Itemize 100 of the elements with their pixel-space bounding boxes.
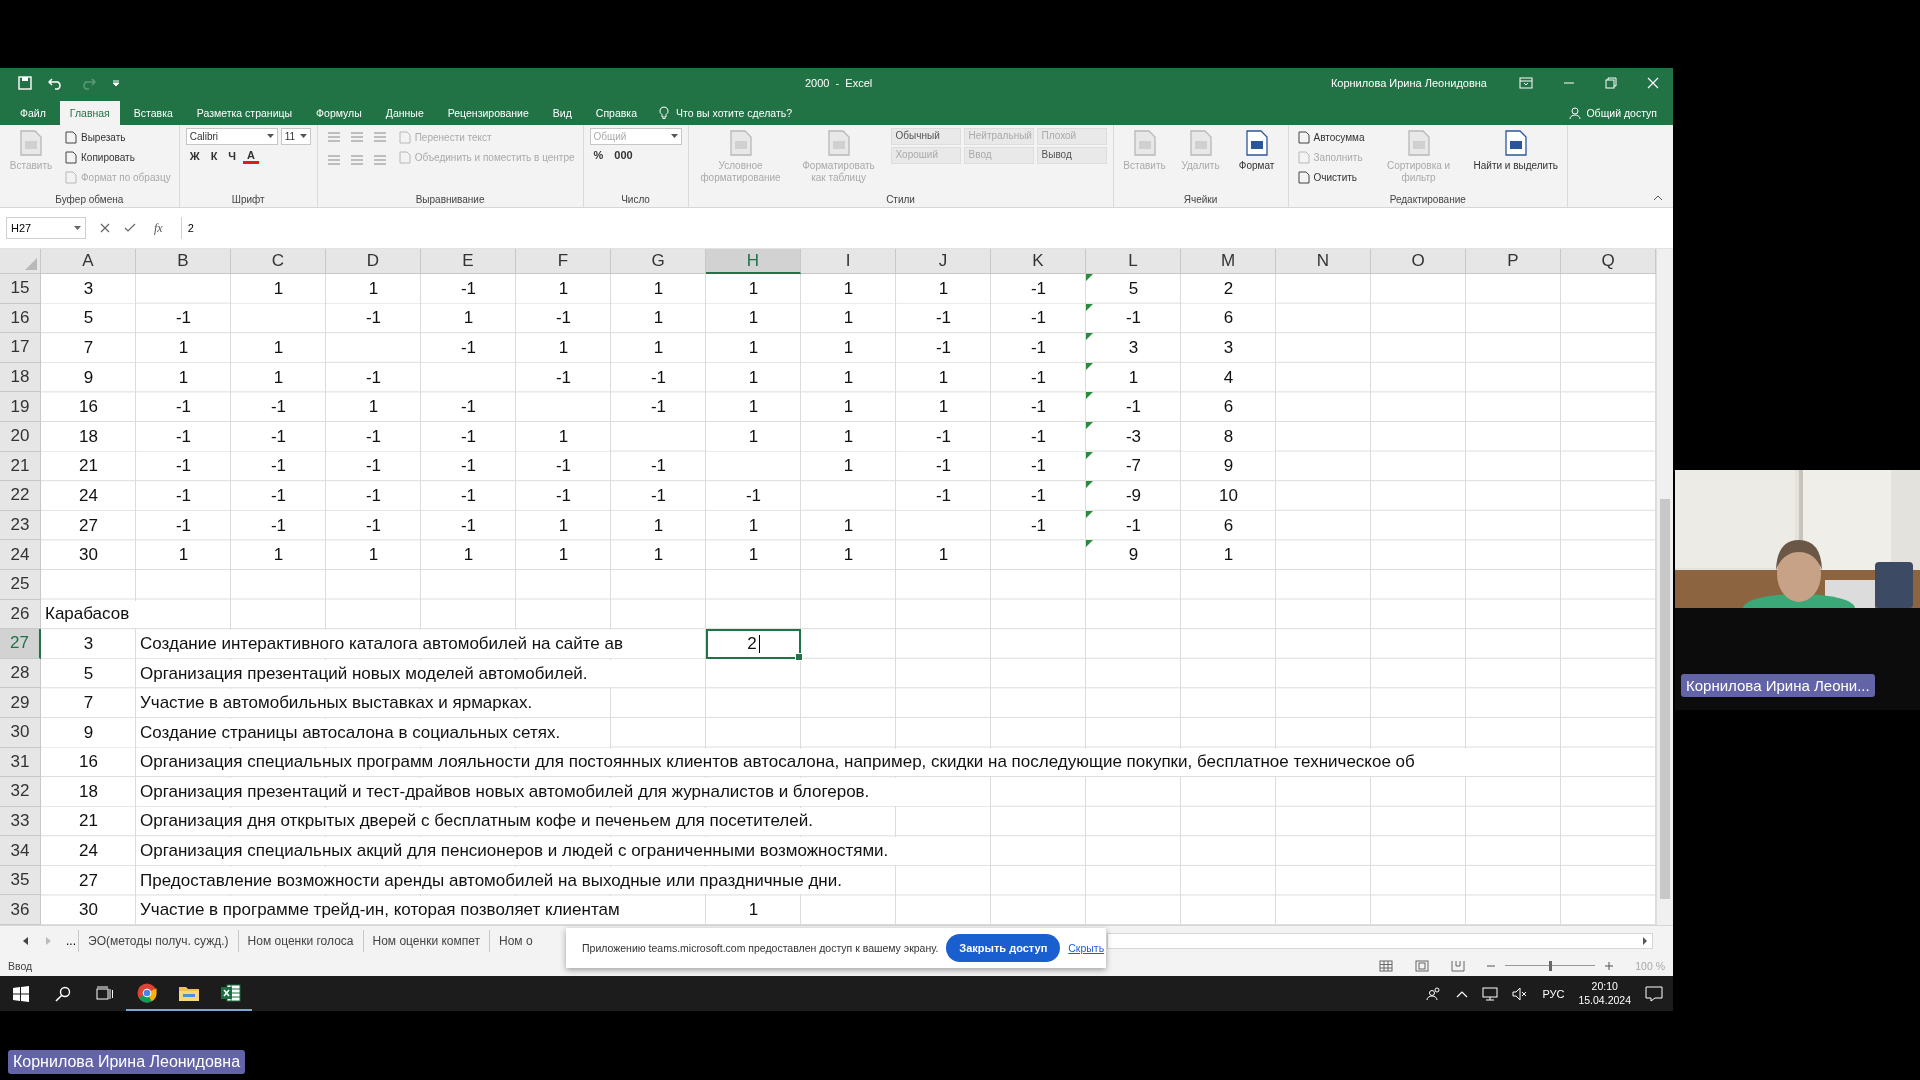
normal-view-icon[interactable] xyxy=(1379,959,1394,972)
sheet-tab[interactable]: Ном оценки компет xyxy=(362,929,489,952)
row-header[interactable]: 35 xyxy=(0,865,41,896)
ribbon-button[interactable]: Формат xyxy=(1231,128,1282,173)
error-indicator-icon[interactable] xyxy=(1086,303,1093,311)
row-header[interactable]: 19 xyxy=(0,392,41,422)
left-arrow-icon[interactable] xyxy=(22,936,30,945)
ribbon-tab[interactable]: Вставка xyxy=(123,101,183,125)
column-header[interactable]: E xyxy=(421,249,516,274)
more-sheets-button[interactable]: ... xyxy=(66,933,76,948)
vertical-scrollbar[interactable] xyxy=(1656,249,1673,925)
ribbon-button[interactable]: Вырезать xyxy=(62,128,128,146)
ribbon-tab[interactable]: Данные xyxy=(375,101,434,125)
ribbon-tab[interactable]: Справка xyxy=(585,101,647,125)
row-header[interactable]: 27 xyxy=(0,629,41,659)
sheet-tab[interactable]: Ном оценки голоса xyxy=(237,929,363,952)
column-header[interactable]: L xyxy=(1086,249,1181,274)
column-header[interactable]: K xyxy=(991,249,1086,274)
close-icon[interactable] xyxy=(1647,77,1659,89)
row-header[interactable]: 31 xyxy=(0,747,41,778)
sheet-tab[interactable]: Ном о xyxy=(489,929,542,952)
sheet-tab[interactable]: ЭО(методы получ. сужд.) xyxy=(78,929,238,952)
ribbon-tab[interactable]: Файл xyxy=(10,101,56,125)
zoom-slider-thumb[interactable] xyxy=(1549,960,1553,971)
column-header[interactable]: F xyxy=(516,249,611,274)
restore-icon[interactable] xyxy=(1605,77,1617,89)
ribbon-tab[interactable]: Разметка страницы xyxy=(186,101,303,125)
row-header[interactable]: 21 xyxy=(0,451,41,482)
column-header[interactable]: M xyxy=(1181,249,1276,274)
row-header[interactable]: 28 xyxy=(0,658,41,689)
stop-sharing-button[interactable]: Закрыть доступ xyxy=(946,934,1061,962)
format-button[interactable]: Ж xyxy=(185,147,204,164)
column-header[interactable]: G xyxy=(611,249,706,274)
row-header[interactable]: 33 xyxy=(0,806,41,837)
row-header[interactable]: 16 xyxy=(0,303,41,334)
cell-style-option[interactable]: Вывод xyxy=(1036,147,1107,164)
row-header[interactable]: 36 xyxy=(0,895,41,926)
insert-function-button[interactable]: fx xyxy=(150,220,167,236)
hide-link[interactable]: Скрыть xyxy=(1068,942,1105,954)
ribbon-button[interactable]: Найти и выделить xyxy=(1470,128,1561,173)
column-header[interactable]: O xyxy=(1371,249,1466,274)
error-indicator-icon[interactable] xyxy=(1086,481,1093,489)
row-header[interactable]: 23 xyxy=(0,510,41,541)
font-color-button[interactable]: А xyxy=(243,147,260,164)
format-button[interactable]: 000 xyxy=(610,147,637,163)
column-header[interactable]: B xyxy=(136,249,231,274)
ribbon-display-icon[interactable] xyxy=(1519,77,1533,89)
people-icon[interactable] xyxy=(1426,986,1443,1001)
cancel-icon[interactable] xyxy=(100,223,110,233)
row-header[interactable]: 22 xyxy=(0,481,41,511)
error-indicator-icon[interactable] xyxy=(1086,540,1093,548)
error-indicator-icon[interactable] xyxy=(1086,274,1093,281)
check-icon[interactable] xyxy=(124,223,136,233)
column-header[interactable]: A xyxy=(41,249,136,274)
caret-icon[interactable] xyxy=(112,79,120,87)
error-indicator-icon[interactable] xyxy=(1086,451,1093,459)
ribbon-tab[interactable]: Формулы xyxy=(306,101,372,125)
format-button[interactable]: К xyxy=(206,147,222,164)
page-layout-icon[interactable] xyxy=(1415,959,1430,972)
ribbon-button[interactable]: Копировать xyxy=(62,148,137,166)
row-header[interactable]: 17 xyxy=(0,333,41,363)
row-header[interactable]: 29 xyxy=(0,688,41,718)
collapse-ribbon-icon[interactable] xyxy=(1653,195,1663,201)
row-header[interactable]: 20 xyxy=(0,421,41,452)
error-indicator-icon[interactable] xyxy=(1086,421,1093,429)
row-header[interactable]: 24 xyxy=(0,540,41,570)
active-cell[interactable]: 2 xyxy=(706,629,801,659)
cell-style-option[interactable]: Обычный xyxy=(890,128,961,145)
right-arrow-icon[interactable] xyxy=(1642,936,1648,945)
format-button[interactable]: % xyxy=(589,147,608,163)
row-header[interactable]: 15 xyxy=(0,274,41,304)
formula-field[interactable]: 2 xyxy=(180,217,1665,239)
fill-handle[interactable] xyxy=(795,652,803,661)
dropdown-field[interactable]: Calibri xyxy=(185,128,278,145)
row-header[interactable]: 32 xyxy=(0,777,41,807)
ribbon-button[interactable]: Очистить xyxy=(1294,168,1360,186)
dropdown-field[interactable]: 11 xyxy=(280,128,311,145)
column-header[interactable]: N xyxy=(1276,249,1371,274)
name-box[interactable]: H27 xyxy=(6,217,86,239)
tell-me-field[interactable]: Что вы хотите сделать? xyxy=(674,106,838,120)
share-button[interactable]: Общий доступ xyxy=(1563,101,1663,125)
row-header[interactable]: 34 xyxy=(0,836,41,866)
column-header[interactable]: J xyxy=(896,249,991,274)
error-indicator-icon[interactable] xyxy=(1086,333,1093,341)
ribbon-tab[interactable]: Вид xyxy=(542,101,582,125)
ribbon-tab[interactable]: Главная xyxy=(59,101,120,125)
undo-icon[interactable] xyxy=(48,76,64,90)
error-indicator-icon[interactable] xyxy=(1086,392,1093,400)
row-header[interactable]: 30 xyxy=(0,717,41,748)
row-header[interactable]: 18 xyxy=(0,362,41,393)
horizontal-scrollbar[interactable] xyxy=(1107,932,1653,949)
network-icon[interactable] xyxy=(1482,986,1499,1001)
error-indicator-icon[interactable] xyxy=(1086,362,1093,370)
notifications-icon[interactable] xyxy=(1645,985,1663,1002)
row-header[interactable]: 26 xyxy=(0,599,41,630)
column-header[interactable]: C xyxy=(231,249,326,274)
clock[interactable]: 20:10 15.04.2024 xyxy=(1578,979,1631,1008)
format-button[interactable]: Ч xyxy=(224,147,241,164)
column-header[interactable]: H xyxy=(706,249,801,274)
row-header[interactable]: 25 xyxy=(0,569,41,600)
